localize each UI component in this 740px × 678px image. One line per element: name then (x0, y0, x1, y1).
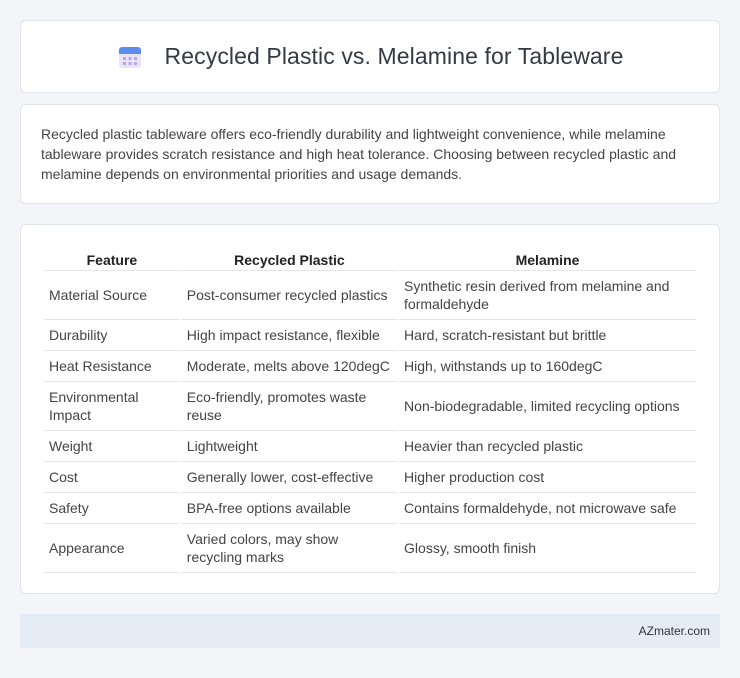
calendar-icon (118, 46, 141, 68)
feature-cell: Heat Resistance (44, 351, 180, 382)
table-row: Environmental Impact Eco-friendly, promo… (44, 382, 696, 431)
recycled-plastic-cell: Lightweight (181, 431, 398, 462)
melamine-cell: Contains formaldehyde, not microwave saf… (399, 493, 696, 524)
intro-text: Recycled plastic tableware offers eco-fr… (41, 126, 677, 182)
recycled-plastic-cell: High impact resistance, flexible (181, 320, 398, 351)
feature-cell: Durability (44, 320, 180, 351)
table-row: Material Source Post-consumer recycled p… (44, 271, 696, 320)
footer-brand: AZmater.com (638, 624, 710, 638)
melamine-cell: Synthetic resin derived from melamine an… (399, 271, 696, 320)
melamine-cell: Higher production cost (399, 462, 696, 493)
melamine-cell: Heavier than recycled plastic (399, 431, 696, 462)
melamine-cell: Non-biodegradable, limited recycling opt… (399, 382, 696, 431)
table-row: Heat Resistance Moderate, melts above 12… (44, 351, 696, 382)
header-feature: Feature (44, 244, 180, 271)
comparison-table: Feature Recycled Plastic Melamine Materi… (42, 244, 698, 573)
table-header-row: Feature Recycled Plastic Melamine (44, 244, 696, 271)
table-row: Safety BPA-free options available Contai… (44, 493, 696, 524)
table-card: Feature Recycled Plastic Melamine Materi… (20, 224, 720, 594)
recycled-plastic-cell: Eco-friendly, promotes waste reuse (181, 382, 398, 431)
table-row: Appearance Varied colors, may show recyc… (44, 524, 696, 573)
recycled-plastic-cell: Moderate, melts above 120degC (181, 351, 398, 382)
page-title: Recycled Plastic vs. Melamine for Tablew… (164, 43, 624, 69)
melamine-cell: Hard, scratch-resistant but brittle (399, 320, 696, 351)
feature-cell: Cost (44, 462, 180, 493)
recycled-plastic-cell: BPA-free options available (181, 493, 398, 524)
footer: AZmater.com (20, 614, 720, 648)
recycled-plastic-cell: Varied colors, may show recycling marks (181, 524, 398, 573)
page: Recycled Plastic vs. Melamine for Tablew… (0, 0, 740, 678)
recycled-plastic-cell: Post-consumer recycled plastics (181, 271, 398, 320)
feature-cell: Weight (44, 431, 180, 462)
header-melamine: Melamine (399, 244, 696, 271)
header-card: Recycled Plastic vs. Melamine for Tablew… (20, 20, 720, 93)
feature-cell: Environmental Impact (44, 382, 180, 431)
feature-cell: Safety (44, 493, 180, 524)
table-row: Cost Generally lower, cost-effective Hig… (44, 462, 696, 493)
table-row: Durability High impact resistance, flexi… (44, 320, 696, 351)
melamine-cell: High, withstands up to 160degC (399, 351, 696, 382)
intro-card: Recycled plastic tableware offers eco-fr… (20, 104, 720, 204)
feature-cell: Appearance (44, 524, 180, 573)
melamine-cell: Glossy, smooth finish (399, 524, 696, 573)
header-recycled-plastic: Recycled Plastic (181, 244, 398, 271)
feature-cell: Material Source (44, 271, 180, 320)
table-row: Weight Lightweight Heavier than recycled… (44, 431, 696, 462)
recycled-plastic-cell: Generally lower, cost-effective (181, 462, 398, 493)
